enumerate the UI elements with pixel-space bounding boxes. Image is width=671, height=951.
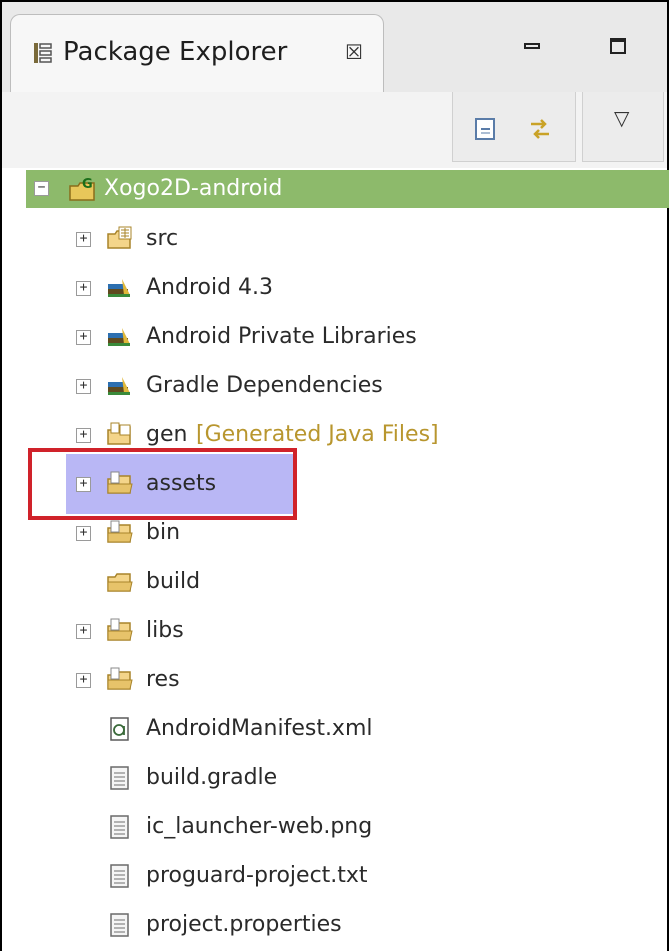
text-file-icon — [110, 815, 129, 839]
minimize-button[interactable] — [512, 26, 552, 66]
expand-toggle[interactable]: + — [76, 232, 91, 247]
tree-item-build-gradle[interactable]: build.gradle — [0, 755, 669, 803]
tree-item-label: res — [146, 667, 180, 692]
tree-item-label: assets — [146, 471, 217, 496]
tree-item-label: project.properties — [146, 912, 342, 937]
expand-toggle[interactable]: + — [76, 673, 91, 688]
tree-item-bin[interactable]: + bin — [0, 510, 669, 558]
tree-item-label: Gradle Dependencies — [146, 373, 383, 398]
generated-source-folder-icon — [107, 422, 131, 445]
link-with-editor-icon[interactable] — [527, 116, 553, 142]
open-folder-icon — [107, 573, 133, 592]
package-explorer-icon — [34, 43, 52, 63]
tree-item-ic-launcher-web-png[interactable]: ic_launcher-web.png — [0, 804, 669, 852]
expand-toggle[interactable]: + — [76, 330, 91, 345]
collapse-toggle[interactable]: − — [34, 181, 49, 196]
tree-item-label: bin — [146, 520, 181, 545]
collapse-all-icon[interactable] — [473, 116, 499, 142]
source-folder-icon — [107, 226, 132, 249]
tree-item-androidmanifest-xml[interactable]: AndroidManifest.xml — [0, 706, 669, 754]
tree-item-project-properties[interactable]: project.properties — [0, 902, 669, 950]
tree-item-libs[interactable]: + libs — [0, 608, 669, 656]
view-toolbar: ▽ — [2, 92, 667, 168]
text-file-icon — [110, 766, 129, 790]
library-icon — [108, 328, 130, 346]
view-menu-icon: ▽ — [614, 106, 630, 130]
tree-item-label: gen — [146, 422, 188, 447]
expand-toggle[interactable]: + — [76, 428, 91, 443]
tree-item-proguard-project-txt[interactable]: proguard-project.txt — [0, 853, 669, 901]
expand-toggle[interactable]: + — [76, 477, 91, 492]
xml-file-icon — [110, 717, 129, 741]
expand-toggle[interactable]: + — [76, 624, 91, 639]
folder-icon — [107, 618, 133, 641]
tree-item-android-4-3[interactable]: + Android 4.3 — [0, 265, 669, 313]
view-menu-button[interactable]: ▽ — [582, 92, 664, 162]
view-title: Package Explorer — [63, 37, 288, 67]
tree-item-gen[interactable]: + gen [Generated Java Files] — [0, 412, 669, 460]
folder-icon — [107, 667, 133, 690]
tree-item-gradle-dependencies[interactable]: + Gradle Dependencies — [0, 363, 669, 411]
maximize-icon — [610, 38, 626, 54]
text-file-icon — [110, 913, 129, 937]
tree-item-label: libs — [146, 618, 184, 643]
library-icon — [108, 279, 130, 297]
tree-item-label: build.gradle — [146, 765, 278, 790]
tree-item-label: AndroidManifest.xml — [146, 716, 373, 741]
tree-item-label: Android 4.3 — [146, 275, 274, 300]
toolbar-button-group — [452, 92, 576, 162]
tree-item-src[interactable]: + src — [0, 216, 669, 264]
text-file-icon — [110, 864, 129, 888]
expand-toggle[interactable]: + — [76, 526, 91, 541]
svg-text:G: G — [82, 177, 93, 192]
folder-icon — [107, 520, 133, 543]
package-explorer-tab[interactable]: Package Explorer ☒ — [10, 14, 384, 96]
library-icon — [108, 377, 130, 395]
tree-item-build[interactable]: build — [0, 559, 669, 607]
tree-item-decoration: [Generated Java Files] — [196, 422, 439, 447]
tree-item-label: Xogo2D-android — [104, 176, 283, 201]
tree-item-label: src — [146, 226, 179, 251]
tree-item-res[interactable]: + res — [0, 657, 669, 705]
minimize-icon — [524, 43, 540, 49]
expand-toggle[interactable]: + — [76, 379, 91, 394]
tree-item-assets[interactable]: + assets — [0, 461, 669, 509]
tree-item-project[interactable]: − G Xogo2D-android — [26, 170, 669, 208]
folder-icon — [107, 471, 133, 494]
maximize-button[interactable] — [598, 26, 638, 66]
tree-item-label: proguard-project.txt — [146, 863, 368, 888]
tree-item-label: Android Private Libraries — [146, 324, 417, 349]
tree-item-android-private-libraries[interactable]: + Android Private Libraries — [0, 314, 669, 362]
view-tab-bar: Package Explorer ☒ — [2, 2, 667, 96]
gradle-project-icon: G — [69, 177, 95, 201]
expand-toggle[interactable]: + — [76, 281, 91, 296]
tree-item-label: build — [146, 569, 201, 594]
tree-item-label: ic_launcher-web.png — [146, 814, 373, 839]
close-icon[interactable]: ☒ — [345, 40, 363, 64]
